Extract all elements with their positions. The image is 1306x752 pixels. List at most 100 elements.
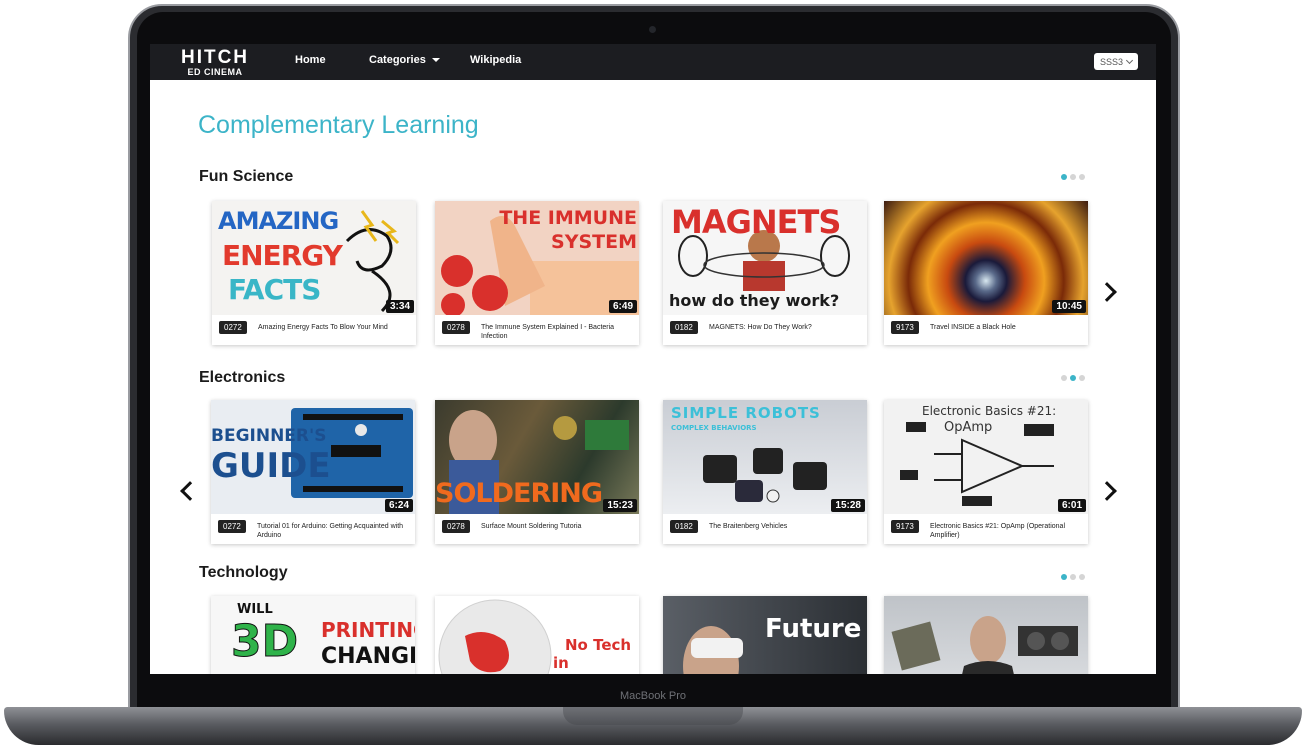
video-card[interactable]: SIMPLE ROBOTS COMPLEX BEHAVIORS 15:28 01… xyxy=(663,400,867,544)
carousel-dots xyxy=(1061,174,1085,180)
video-thumbnail: WILL 3D PRINTING CHANGE xyxy=(211,596,415,674)
caret-down-icon xyxy=(431,58,440,63)
thumb-text: WILL xyxy=(237,602,273,617)
chevron-right-icon[interactable] xyxy=(1097,282,1117,302)
carousel-dots xyxy=(1061,375,1085,381)
thumb-text: GUIDE xyxy=(211,446,331,486)
video-card[interactable] xyxy=(884,596,1088,674)
thumb-text: how do they work? xyxy=(669,291,840,310)
video-code-badge: 0272 xyxy=(219,321,247,334)
page-title: Complementary Learning xyxy=(198,111,479,139)
section-title-electronics: Electronics xyxy=(199,369,286,386)
section-title-fun-science: Fun Science xyxy=(199,168,294,185)
thumb-text: Electronic Basics #21: xyxy=(922,404,1057,418)
thumb-text: THE IMMUNE xyxy=(499,207,637,229)
nav-home[interactable]: Home xyxy=(295,54,326,66)
carousel-dots xyxy=(1061,574,1085,580)
thumb-text: Future xyxy=(765,614,862,644)
video-thumbnail xyxy=(884,596,1088,674)
screen: HITCH ED CINEMA Home Categories Wikipedi… xyxy=(150,44,1156,674)
video-card[interactable]: WILL 3D PRINTING CHANGE xyxy=(211,596,415,674)
thumb-text: CHANGE xyxy=(321,644,415,669)
thumb-text: SOLDERING xyxy=(435,478,603,509)
carousel-dot[interactable] xyxy=(1061,574,1067,580)
thumb-text: FACTS xyxy=(228,273,321,306)
video-duration: 15:28 xyxy=(831,499,865,512)
video-thumbnail: THE IMMUNE SYSTEM 6:49 xyxy=(435,201,639,315)
section-title-technology: Technology xyxy=(199,564,288,581)
video-title: The Braitenberg Vehicles xyxy=(709,523,788,530)
thumb-text: BEGINNER'S xyxy=(211,426,327,446)
carousel-dot[interactable] xyxy=(1079,375,1085,381)
video-thumbnail: SIMPLE ROBOTS COMPLEX BEHAVIORS 15:28 xyxy=(663,400,867,514)
video-card[interactable]: MAGNETS how do they work? 0182 MAGNETS: … xyxy=(663,201,867,345)
thumb-text: AMAZING xyxy=(218,207,339,235)
video-thumbnail: Future xyxy=(663,596,867,674)
camera xyxy=(649,26,656,33)
carousel-dot[interactable] xyxy=(1079,174,1085,180)
thumb-text: in Europe? xyxy=(553,654,621,674)
video-duration: 6:01 xyxy=(1057,499,1086,512)
video-title: Surface Mount Soldering Tutoria xyxy=(481,523,582,530)
video-card[interactable]: Future xyxy=(663,596,867,674)
video-duration: 6:24 xyxy=(384,499,413,512)
carousel-dot[interactable] xyxy=(1079,574,1085,580)
video-card[interactable]: 10:45 9173 Travel INSIDE a Black Hole xyxy=(884,201,1088,345)
video-card[interactable]: BEGINNER'S GUIDE 6:24 0272 Tutorial 01 f… xyxy=(211,400,415,544)
video-thumbnail: No Tech in Europe? xyxy=(435,596,639,674)
video-code-badge: 0272 xyxy=(218,520,246,533)
video-code-badge: 0182 xyxy=(670,520,698,533)
chevron-right-icon[interactable] xyxy=(1097,481,1117,501)
video-title: The Immune System Explained I - Bacteria… xyxy=(481,324,615,340)
video-card[interactable]: THE IMMUNE SYSTEM 6:49 0278 The Immune S… xyxy=(435,201,639,345)
video-thumbnail: MAGNETS how do they work? xyxy=(663,201,867,315)
carousel-dot[interactable] xyxy=(1061,375,1067,381)
chevron-left-icon[interactable] xyxy=(180,481,200,501)
nav-categories[interactable]: Categories xyxy=(369,54,440,66)
grade-select[interactable]: SSS3 xyxy=(1094,53,1138,70)
navbar: HITCH ED CINEMA Home Categories Wikipedi… xyxy=(150,44,1156,80)
video-code-badge: 0278 xyxy=(442,520,470,533)
thumb-text: PRINTING xyxy=(321,618,415,642)
thumb-text: SIMPLE ROBOTS xyxy=(671,404,821,422)
video-thumbnail: 10:45 xyxy=(884,201,1088,315)
video-card[interactable]: SOLDERING 15:23 0278 Surface Mount Solde… xyxy=(435,400,639,544)
carousel-dot[interactable] xyxy=(1070,174,1076,180)
logo[interactable]: HITCH ED CINEMA xyxy=(177,47,253,77)
video-card[interactable]: Electronic Basics #21: OpAmp 6:01 9173 E… xyxy=(884,400,1088,544)
chevron-down-icon xyxy=(1125,56,1134,64)
video-thumbnail: AMAZING ENERGY FACTS 3:34 xyxy=(212,201,416,315)
nav-wikipedia[interactable]: Wikipedia xyxy=(470,54,521,66)
video-card[interactable]: AMAZING ENERGY FACTS 3:34 0272 Amazing E… xyxy=(212,201,416,345)
video-code-badge: 0182 xyxy=(670,321,698,334)
video-card[interactable]: No Tech in Europe? xyxy=(435,596,639,674)
logo-sub: ED CINEMA xyxy=(187,67,243,77)
video-title: MAGNETS: How Do They Work? xyxy=(709,324,812,331)
thumb-text: SYSTEM xyxy=(551,231,637,253)
video-title: Travel INSIDE a Black Hole xyxy=(930,324,1016,331)
video-title: Tutorial 01 for Arduino: Getting Acquain… xyxy=(257,523,404,539)
thumb-text: MAGNETS xyxy=(671,203,841,241)
carousel-dot[interactable] xyxy=(1070,375,1076,381)
video-duration: 10:45 xyxy=(1052,300,1086,313)
video-thumbnail: BEGINNER'S GUIDE 6:24 xyxy=(211,400,415,514)
video-thumbnail: Electronic Basics #21: OpAmp 6:01 xyxy=(884,400,1088,514)
carousel-dot[interactable] xyxy=(1061,174,1067,180)
video-code-badge: 0278 xyxy=(442,321,470,334)
video-duration: 6:49 xyxy=(608,300,637,313)
nav-categories-label: Categories xyxy=(369,54,426,66)
video-duration: 15:23 xyxy=(603,499,637,512)
laptop-notch xyxy=(563,707,743,725)
logo-main: HITCH xyxy=(180,47,250,68)
video-code-badge: 9173 xyxy=(891,321,919,334)
video-title: Electronic Basics #21: OpAmp (Operationa… xyxy=(930,523,1066,539)
thumb-text: ENERGY xyxy=(222,239,343,272)
carousel-dot[interactable] xyxy=(1070,574,1076,580)
thumb-text: COMPLEX BEHAVIORS xyxy=(671,424,757,432)
device-label: MacBook Pro xyxy=(619,690,687,702)
grade-select-value: SSS3 xyxy=(1099,56,1123,67)
video-thumbnail: SOLDERING 15:23 xyxy=(435,400,639,514)
video-title: Amazing Energy Facts To Blow Your Mind xyxy=(258,324,388,331)
thumb-text: 3D xyxy=(230,616,299,668)
thumb-text: OpAmp xyxy=(944,420,993,435)
